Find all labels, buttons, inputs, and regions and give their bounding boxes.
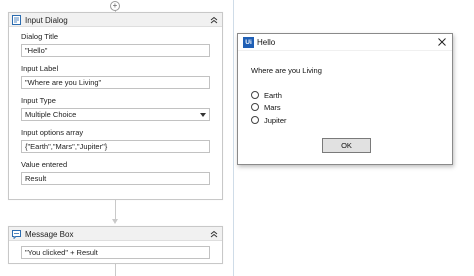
connector-arrow-icon <box>112 219 118 224</box>
input-dialog-title: Input Dialog <box>25 16 68 25</box>
dialog-title-field[interactable]: "Hello" <box>21 44 210 57</box>
dialog-titlebar[interactable]: Ui Hello <box>238 34 452 51</box>
add-activity-icon[interactable]: + <box>110 1 120 11</box>
input-options-label: Input options array <box>21 128 84 137</box>
input-options-field[interactable]: {"Earth","Mars","Jupiter"} <box>21 140 210 153</box>
connector-line-bottom <box>115 264 116 276</box>
radio-button[interactable] <box>251 116 259 124</box>
input-dialog-activity[interactable]: Input Dialog Dialog Title "Hello" Input … <box>8 12 223 200</box>
dialog-prompt: Where are you Living <box>251 66 322 75</box>
input-label-label: Input Label <box>21 64 59 73</box>
input-dialog-body: Dialog Title "Hello" Input Label "Where … <box>9 27 222 185</box>
connector-line-middle <box>115 200 116 220</box>
radio-button[interactable] <box>251 91 259 99</box>
input-dialog-header[interactable]: Input Dialog <box>9 13 222 27</box>
input-type-label: Input Type <box>21 96 56 105</box>
dropdown-arrow-icon[interactable] <box>200 113 206 117</box>
message-box-title: Message Box <box>25 230 74 239</box>
input-label-field[interactable]: "Where are you Living" <box>21 76 210 89</box>
ok-button[interactable]: OK <box>322 138 371 153</box>
input-type-select[interactable]: Multiple Choice <box>21 108 210 121</box>
dialog-title: Hello <box>257 38 276 47</box>
hello-dialog-window: Ui Hello Where are you Living Earth Mars… <box>237 33 453 165</box>
radio-label-jupiter: Jupiter <box>264 116 287 125</box>
input-dialog-icon <box>12 15 21 25</box>
value-entered-label: Value entered <box>21 160 68 169</box>
message-box-body: "You clicked" + Result <box>9 241 222 259</box>
radio-button[interactable] <box>251 103 259 111</box>
message-box-icon <box>12 230 21 239</box>
collapse-icon[interactable] <box>210 230 218 238</box>
value-entered-field[interactable]: Result <box>21 172 210 185</box>
message-box-header[interactable]: Message Box <box>9 227 222 241</box>
radio-label-earth: Earth <box>264 91 282 100</box>
collapse-icon[interactable] <box>210 16 218 24</box>
uipath-logo-icon: Ui <box>243 37 254 48</box>
dialog-title-label: Dialog Title <box>21 32 59 41</box>
input-type-value: Multiple Choice <box>25 110 77 119</box>
radio-label-mars: Mars <box>264 103 281 112</box>
message-box-activity[interactable]: Message Box "You clicked" + Result <box>8 226 223 264</box>
canvas-divider <box>233 0 234 276</box>
message-text-field[interactable]: "You clicked" + Result <box>21 246 210 259</box>
close-icon[interactable] <box>437 37 447 47</box>
